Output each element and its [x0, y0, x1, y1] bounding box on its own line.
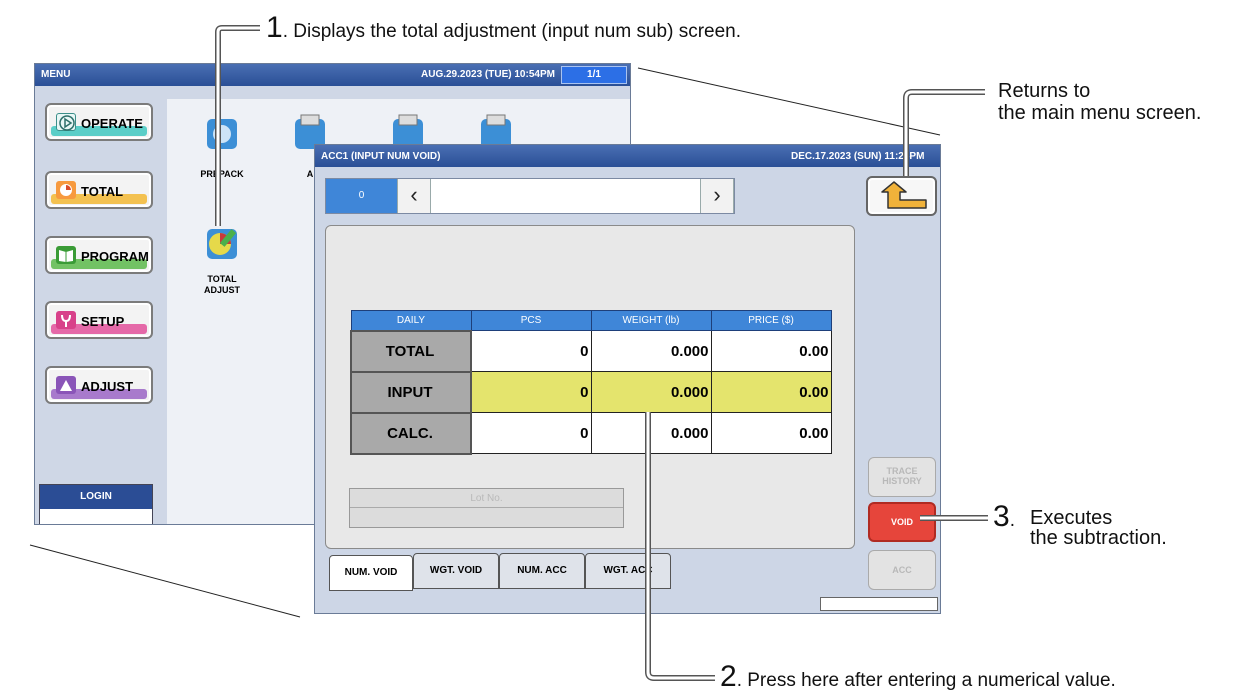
- callout-3: 3.: [993, 500, 1015, 533]
- callout-3-line-2: the subtraction.: [1030, 527, 1167, 549]
- callout-1-text: Displays the total adjustment (input num…: [293, 21, 742, 42]
- callout-1-leader-inner: [216, 26, 260, 226]
- callout-3-block: Executes the subtraction.: [1030, 508, 1167, 548]
- callout-2-number: 2: [720, 660, 737, 693]
- callout-3-line-1: Executes: [1030, 507, 1113, 529]
- callout-3-number: 3: [993, 500, 1010, 533]
- callout-back: Returns to the main menu screen.: [998, 80, 1201, 124]
- callout-2-leader-inner: [646, 412, 715, 680]
- callout-2: 2. Press here after entering a numerical…: [720, 660, 1116, 693]
- callout-back-line-1: Returns to: [998, 80, 1091, 102]
- callout-back-line-2: the main menu screen.: [998, 102, 1202, 124]
- perspective-line-bottom: [29, 544, 301, 618]
- callout-2-leader: [645, 412, 715, 681]
- callout-1-number: 1: [266, 11, 283, 44]
- callout-2-text: Press here after entering a numerical va…: [747, 670, 1116, 691]
- callout-back-leader-inner: [904, 90, 985, 176]
- perspective-line-top: [637, 67, 941, 136]
- callout-1: 1. Displays the total adjustment (input …: [266, 11, 742, 44]
- callout-1-leader: [215, 25, 260, 226]
- callout-back-leader: [903, 89, 985, 176]
